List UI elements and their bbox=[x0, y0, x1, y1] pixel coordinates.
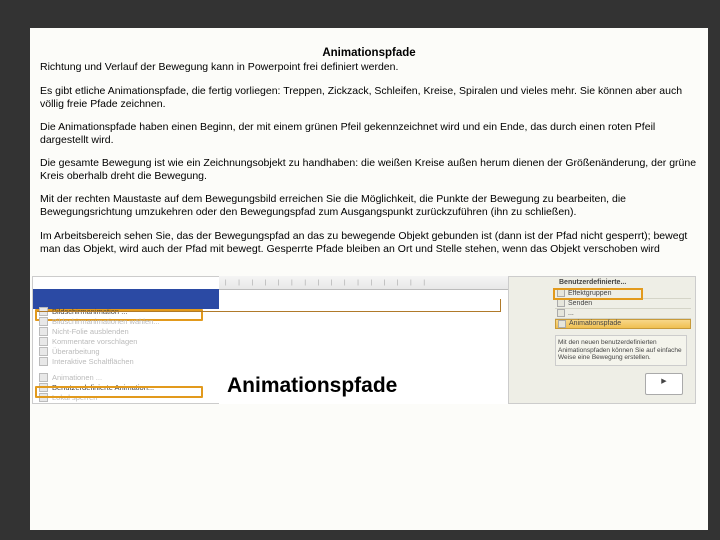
paragraph-3: Die Animationspfade haben einen Beginn, … bbox=[40, 121, 698, 147]
effect-label: Senden bbox=[568, 300, 592, 307]
menu-icon bbox=[39, 317, 48, 326]
menu-icon bbox=[39, 337, 48, 346]
star-icon bbox=[557, 309, 565, 317]
connector-line-vert bbox=[500, 299, 502, 312]
menu-label: Nicht-Folie ausblenden bbox=[52, 327, 129, 336]
left-screenshot: Bildschirmanimation ... Bildschirmanimat… bbox=[32, 276, 220, 404]
menu-item: Animationen ... bbox=[37, 373, 217, 383]
menu-item: Interaktive Schaltflächen bbox=[37, 357, 217, 367]
menu-label: Animationen ... bbox=[52, 373, 102, 382]
page-title: Animationspfade bbox=[40, 46, 698, 60]
star-icon bbox=[557, 299, 565, 307]
menu-icon bbox=[39, 347, 48, 356]
menu-label: Überarbeitung bbox=[52, 347, 100, 356]
paragraph-2: Es gibt etliche Animationspfade, die fer… bbox=[40, 85, 698, 111]
connector-line bbox=[37, 311, 500, 313]
titlebar-stub bbox=[33, 289, 219, 309]
effect-row: Senden bbox=[555, 299, 691, 309]
effect-row-animation-paths: Animationspfade bbox=[555, 319, 691, 329]
menu-label: Kommentare vorschlagen bbox=[52, 337, 137, 346]
screenshots-row: Bildschirmanimation ... Bildschirmanimat… bbox=[30, 272, 708, 404]
ruler: | | | | | | | | | | | | | | | | bbox=[219, 276, 509, 290]
play-button-stub: ▶ bbox=[645, 373, 683, 395]
middle-screenshot: | | | | | | | | | | | | | | | | Animatio… bbox=[219, 276, 509, 404]
document-body: Animationspfade Richtung und Verlauf der… bbox=[30, 28, 708, 272]
effect-label: ... bbox=[568, 310, 574, 317]
star-icon bbox=[558, 320, 566, 328]
menu-item: Nicht-Folie ausblenden bbox=[37, 327, 217, 337]
menu-icon bbox=[39, 357, 48, 366]
menu-label: Bildschirmanimationen wählen... bbox=[52, 317, 160, 326]
paragraph-5: Mit der rechten Maustaste auf dem Bewegu… bbox=[40, 193, 698, 219]
paragraph-6: Im Arbeitsbereich sehen Sie, das der Bew… bbox=[40, 230, 698, 256]
right-screenshot: Benutzerdefinierte... Effektgruppen Send… bbox=[508, 276, 696, 404]
paragraph-4: Die gesamte Bewegung ist wie ein Zeichnu… bbox=[40, 157, 698, 183]
effect-label: Animationspfade bbox=[569, 320, 621, 327]
slide-title-text: Animationspfade bbox=[227, 374, 397, 398]
highlight-add-effect bbox=[553, 288, 643, 300]
menu-item: Bildschirmanimationen wählen... bbox=[37, 317, 217, 327]
paragraph-1: Richtung und Verlauf der Bewegung kann i… bbox=[40, 61, 698, 74]
menu-icon bbox=[39, 373, 48, 382]
menu-item: Kommentare vorschlagen bbox=[37, 337, 217, 347]
effect-row: ... bbox=[555, 309, 691, 319]
menu-label: Interaktive Schaltflächen bbox=[52, 357, 134, 366]
play-icon: ▶ bbox=[661, 377, 666, 385]
menu-icon bbox=[39, 327, 48, 336]
highlight-custom-animation bbox=[35, 386, 203, 398]
menu-item: Überarbeitung bbox=[37, 347, 217, 357]
taskpane-title: Benutzerdefinierte... bbox=[559, 279, 626, 286]
description-panel: Mit den neuen benutzerdefinierten Animat… bbox=[555, 335, 687, 366]
